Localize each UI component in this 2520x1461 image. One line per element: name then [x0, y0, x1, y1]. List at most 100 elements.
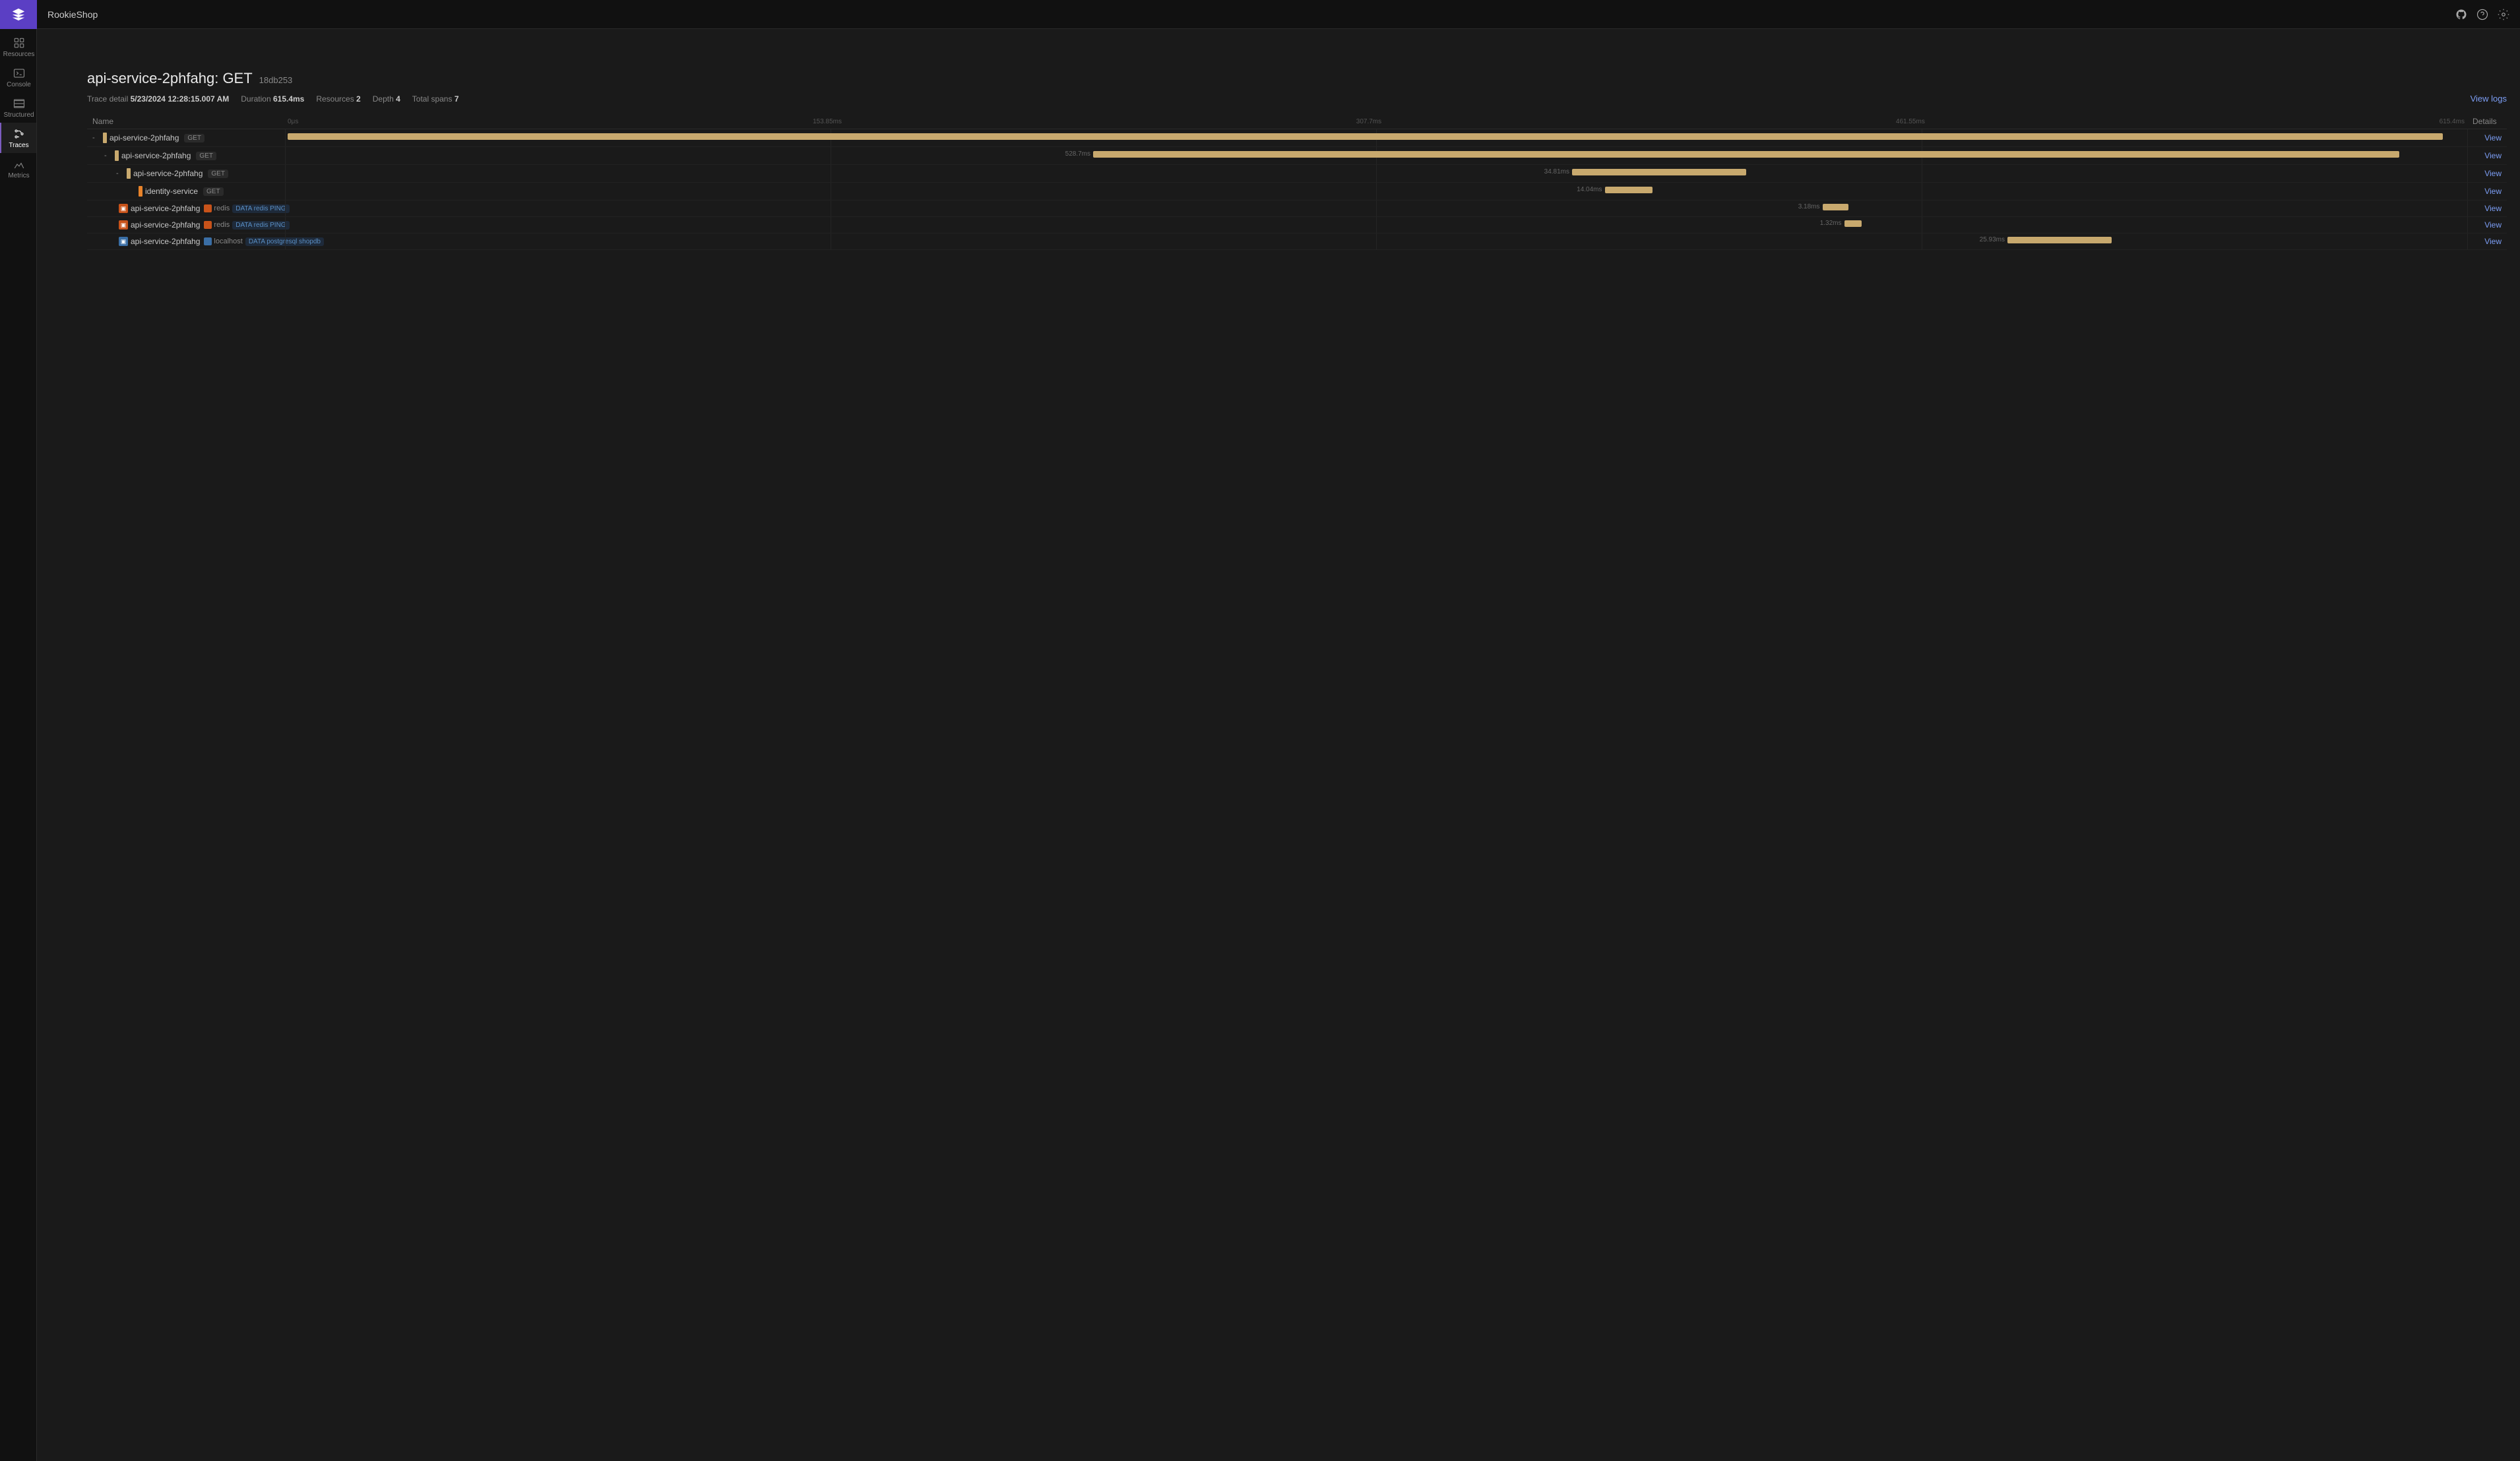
collapse-button[interactable]: - — [92, 134, 100, 142]
structured-icon — [13, 98, 25, 109]
trace-resources-label: Resources 2 — [316, 94, 360, 104]
span-service-name: api-service-2phfahg — [131, 204, 200, 213]
span-name-cell: ▣api-service-2phfahgredisDATA redis PING — [87, 201, 285, 217]
timeline-cell: 528.7ms — [285, 147, 2467, 165]
collapse-button[interactable]: - — [116, 170, 124, 177]
view-logs-button[interactable]: View logs — [2471, 94, 2507, 104]
marker-4: 615.4ms — [2440, 118, 2465, 125]
span-service-name: api-service-2phfahg — [131, 220, 200, 230]
trace-datetime-label: Trace detail 5/23/2024 12:28:15.007 AM — [87, 94, 229, 104]
table-row: ▣api-service-2phfahglocalhostDATA postgr… — [87, 233, 2507, 250]
span-name-cell: - api-service-2phfahg GET — [87, 129, 285, 147]
span-name-cell: ▣api-service-2phfahgredisDATA redis PING — [87, 217, 285, 233]
span-service-name: api-service-2phfahg — [121, 151, 191, 160]
data-badge: DATA redis PING — [232, 221, 289, 230]
sidebar: Resources Console Structured Traces — [0, 0, 37, 1461]
span-name-cell: - api-service-2phfahg GET — [87, 147, 285, 165]
timeline-bar — [1844, 220, 1862, 227]
sidebar-item-metrics[interactable]: Metrics — [0, 153, 36, 183]
data-badge: DATA redis PING — [232, 204, 289, 213]
method-badge: GET — [184, 134, 205, 142]
view-span-button[interactable]: View — [2467, 183, 2507, 201]
col-header-timeline: 0μs 153.85ms 307.7ms 461.55ms 615.4ms — [285, 114, 2467, 129]
marker-2: 307.7ms — [1356, 118, 1381, 125]
table-row: identity-service GET 14.04ms View — [87, 183, 2507, 201]
trace-depth-label: Depth 4 — [373, 94, 400, 104]
table-row: - api-service-2phfahg GET 34.81ms View — [87, 165, 2507, 183]
topbar-actions — [2455, 9, 2509, 20]
service-dot: ▣ — [119, 204, 128, 213]
service-dot — [103, 133, 107, 143]
span-service-name: identity-service — [145, 187, 198, 196]
timing-label: 528.7ms — [1065, 150, 1090, 158]
sidebar-nav: Resources Console Structured Traces — [0, 32, 36, 183]
resources-icon — [13, 37, 25, 49]
app-logo[interactable] — [0, 0, 37, 29]
help-icon[interactable] — [2476, 9, 2488, 20]
method-badge: GET — [203, 187, 224, 196]
timeline-cell: 1.32ms — [285, 217, 2467, 233]
timeline-bar — [2007, 237, 2112, 243]
view-span-button[interactable]: View — [2467, 129, 2507, 147]
method-badge: GET — [208, 170, 228, 178]
sidebar-item-structured[interactable]: Structured — [0, 92, 36, 123]
span-name-cell: - api-service-2phfahg GET — [87, 165, 285, 183]
timeline-cell: 14.04ms — [285, 183, 2467, 201]
span-service-name: api-service-2phfahg — [133, 169, 203, 178]
main-content: api-service-2phfahg: GET 18db253 Trace d… — [74, 58, 2520, 1461]
timeline-cell — [285, 129, 2467, 147]
view-span-button[interactable]: View — [2467, 201, 2507, 217]
logo-icon — [11, 7, 26, 22]
col-header-details: Details — [2467, 114, 2507, 129]
timeline-cell: 3.18ms — [285, 201, 2467, 217]
view-span-button[interactable]: View — [2467, 165, 2507, 183]
trace-meta: Trace detail 5/23/2024 12:28:15.007 AM D… — [87, 94, 2507, 104]
table-row: ▣api-service-2phfahgredisDATA redis PING… — [87, 201, 2507, 217]
collapse-button[interactable]: - — [104, 152, 112, 160]
method-badge: GET — [196, 152, 216, 160]
console-icon — [13, 67, 25, 79]
page-title-area: api-service-2phfahg: GET 18db253 — [87, 70, 2507, 87]
traces-icon — [13, 128, 25, 140]
timing-label: 3.18ms — [1798, 203, 1820, 210]
sidebar-item-console[interactable]: Console — [0, 62, 36, 92]
timing-label: 1.32ms — [1820, 220, 1842, 227]
timeline-bar — [1605, 187, 1653, 193]
page-title: api-service-2phfahg: GET — [87, 70, 253, 87]
app-name: RookieShop — [47, 9, 98, 20]
timeline-cell: 25.93ms — [285, 233, 2467, 250]
github-icon[interactable] — [2455, 9, 2467, 20]
sidebar-item-traces[interactable]: Traces — [0, 123, 36, 153]
trace-table: Name 0μs 153.85ms 307.7ms 461.55ms 615.4… — [87, 114, 2507, 250]
trace-spans-label: Total spans 7 — [412, 94, 459, 104]
metrics-icon — [13, 158, 25, 170]
timing-label: 25.93ms — [1980, 236, 2005, 243]
trace-table-container: Name 0μs 153.85ms 307.7ms 461.55ms 615.4… — [87, 114, 2507, 250]
span-sub-service: redis — [204, 221, 230, 229]
view-span-button[interactable]: View — [2467, 217, 2507, 233]
col-header-name: Name — [87, 114, 285, 129]
marker-1: 153.85ms — [813, 118, 842, 125]
table-row: ▣api-service-2phfahg redisDATA redis PING… — [87, 217, 2507, 233]
service-dot — [127, 168, 131, 179]
service-dot: ▣ — [119, 220, 128, 230]
trace-tbody: -api-service-2phfahgGETView-api-service-… — [87, 129, 2507, 250]
service-dot — [139, 186, 142, 197]
service-dot — [115, 150, 119, 161]
timeline-bar — [288, 133, 2443, 140]
timing-label: 34.81ms — [1544, 168, 1569, 175]
view-span-button[interactable]: View — [2467, 233, 2507, 250]
view-span-button[interactable]: View — [2467, 147, 2507, 165]
marker-3: 461.55ms — [1896, 118, 1925, 125]
span-name-cell: ▣api-service-2phfahglocalhostDATA postgr… — [87, 233, 285, 250]
trace-id: 18db253 — [259, 75, 293, 85]
span-service-name: api-service-2phfahg — [131, 237, 200, 246]
settings-icon[interactable] — [2498, 9, 2509, 20]
table-header-row: Name 0μs 153.85ms 307.7ms 461.55ms 615.4… — [87, 114, 2507, 129]
timing-label: 14.04ms — [1577, 186, 1602, 193]
service-dot: ▣ — [119, 237, 128, 246]
timeline-bar — [1093, 151, 2399, 158]
span-service-name: api-service-2phfahg — [110, 133, 179, 142]
topbar: RookieShop — [37, 0, 2520, 29]
sidebar-item-resources[interactable]: Resources — [0, 32, 36, 62]
